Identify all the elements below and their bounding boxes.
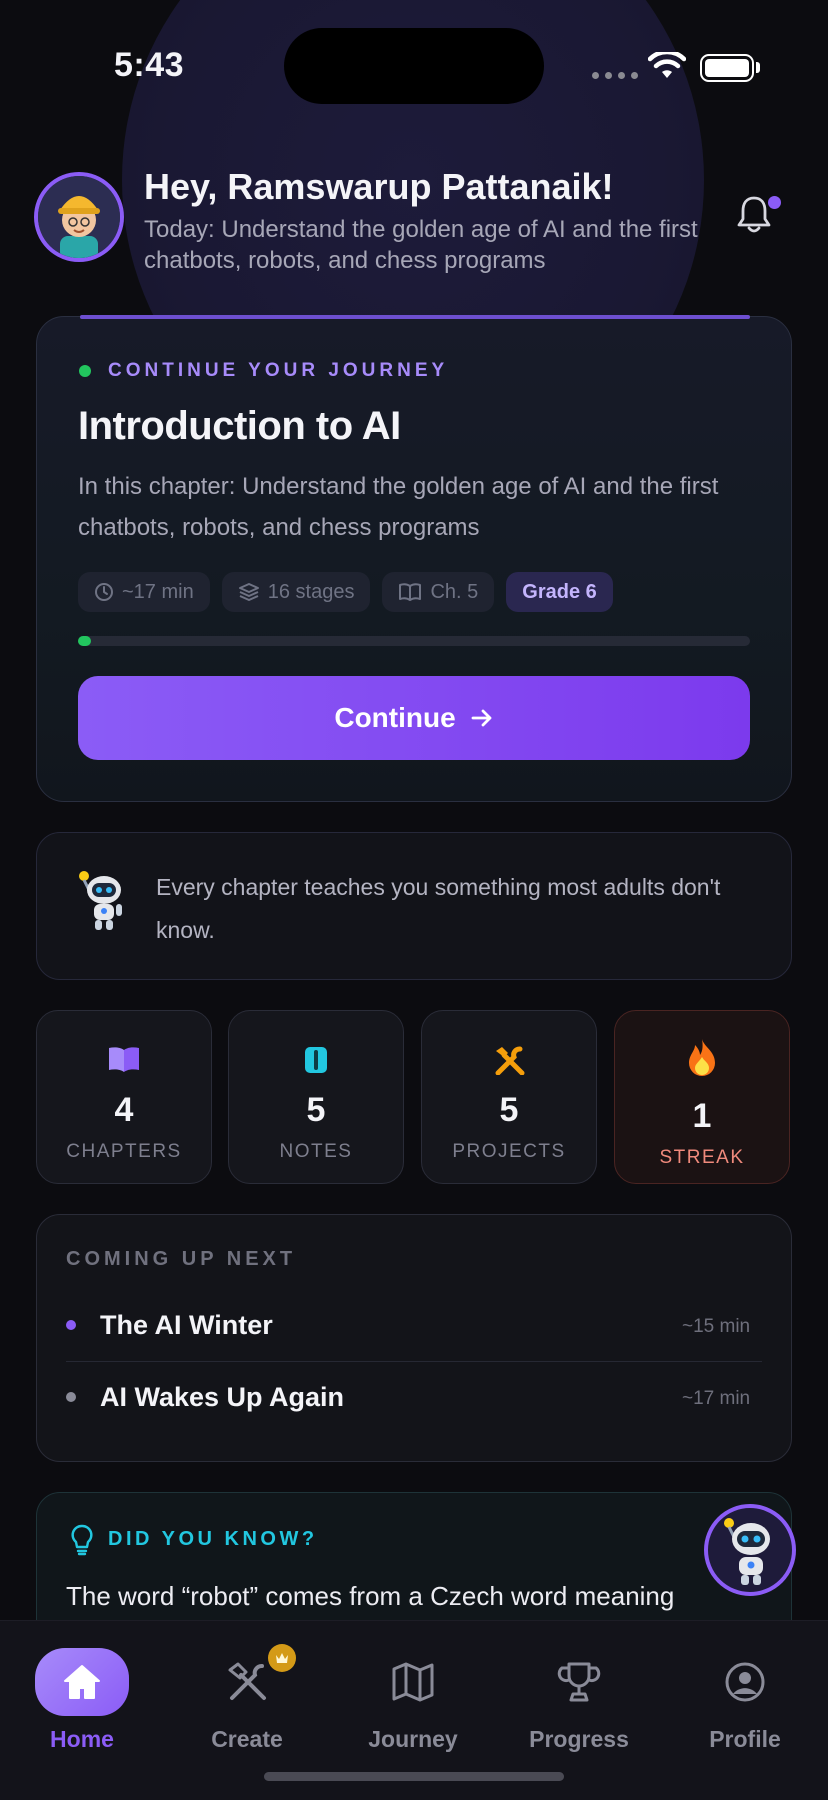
chapter-description: In this chapter: Understand the golden a… bbox=[78, 473, 719, 541]
tab-journey[interactable]: Journey bbox=[333, 1648, 493, 1753]
stages-chip: 16 stages bbox=[221, 572, 371, 612]
tab-profile[interactable]: Profile bbox=[665, 1648, 825, 1753]
stat-value: 5 bbox=[499, 1091, 519, 1129]
stat-notes[interactable]: 5 NOTES bbox=[228, 1010, 404, 1184]
stat-label: PROJECTS bbox=[452, 1141, 566, 1162]
arrow-right-icon bbox=[471, 709, 492, 727]
continue-button[interactable]: Continue bbox=[78, 676, 750, 760]
duration-label: ~17 min bbox=[122, 580, 194, 603]
tab-label: Journey bbox=[368, 1726, 458, 1752]
avatar[interactable] bbox=[34, 172, 124, 262]
tools-icon bbox=[422, 1045, 596, 1075]
user-circle-icon bbox=[724, 1648, 766, 1716]
home-indicator bbox=[264, 1772, 564, 1781]
greeting-subtitle: Today: Understand the golden age of AI a… bbox=[144, 216, 698, 274]
greeting-title: Hey, Ramswarup Pattanaik! bbox=[144, 166, 614, 207]
journey-card-accent bbox=[80, 315, 750, 319]
hammer-wrench-icon bbox=[224, 1644, 296, 1716]
battery-icon bbox=[700, 54, 754, 82]
stat-projects[interactable]: 5 PROJECTS bbox=[421, 1010, 597, 1184]
stat-label: CHAPTERS bbox=[66, 1141, 182, 1162]
stat-streak[interactable]: 1 STREAK bbox=[614, 1010, 790, 1184]
book-icon bbox=[37, 1045, 211, 1073]
home-icon bbox=[35, 1648, 129, 1716]
stat-chapters[interactable]: 4 CHAPTERS bbox=[36, 1010, 212, 1184]
did-you-know-heading: DID YOU KNOW? bbox=[108, 1528, 318, 1550]
grade-label: Grade 6 bbox=[522, 580, 597, 603]
continue-label: Continue bbox=[334, 702, 456, 733]
premium-crown-icon bbox=[268, 1644, 296, 1672]
list-item-dot bbox=[66, 1320, 76, 1330]
notes-icon bbox=[229, 1045, 403, 1075]
coming-up-item-time: ~15 min bbox=[682, 1316, 751, 1337]
did-you-know-text: The word “robot” comes from a Czech word… bbox=[66, 1581, 675, 1611]
lightbulb-icon bbox=[70, 1524, 94, 1561]
grade-chip: Grade 6 bbox=[506, 572, 613, 612]
tab-label: Profile bbox=[709, 1726, 781, 1752]
coming-up-item-time: ~17 min bbox=[682, 1388, 751, 1409]
chapter-meta: ~17 min 16 stages Ch. 5 Grade 6 bbox=[78, 572, 613, 612]
wifi-icon bbox=[647, 49, 687, 85]
coming-up-item-title[interactable]: AI Wakes Up Again bbox=[100, 1382, 344, 1413]
coming-up-item-title[interactable]: The AI Winter bbox=[100, 1310, 273, 1341]
stat-label: NOTES bbox=[279, 1141, 353, 1162]
clock-icon bbox=[95, 583, 113, 601]
bell-icon[interactable] bbox=[736, 194, 772, 239]
fire-icon bbox=[615, 1037, 789, 1077]
tab-home[interactable]: Home bbox=[2, 1648, 162, 1753]
robot-assistant-button[interactable] bbox=[704, 1504, 796, 1596]
battery-cap bbox=[756, 62, 760, 73]
status-time: 5:43 bbox=[114, 46, 185, 84]
tab-progress[interactable]: Progress bbox=[499, 1648, 659, 1753]
map-icon bbox=[391, 1648, 435, 1716]
tab-label: Home bbox=[50, 1726, 114, 1752]
stat-value: 1 bbox=[692, 1097, 712, 1135]
book-open-icon bbox=[399, 583, 422, 601]
stat-label: STREAK bbox=[659, 1147, 745, 1168]
robot-mascot-icon bbox=[74, 866, 130, 937]
duration-chip: ~17 min bbox=[78, 572, 210, 612]
tip-text: Every chapter teaches you something most… bbox=[156, 874, 721, 943]
tab-create[interactable]: Create bbox=[167, 1644, 327, 1753]
dynamic-island bbox=[284, 28, 544, 104]
chapter-chip: Ch. 5 bbox=[382, 572, 495, 612]
notification-dot bbox=[768, 196, 781, 209]
chapter-progress-bar bbox=[78, 636, 750, 646]
journey-status-dot bbox=[79, 365, 91, 377]
coming-up-heading: COMING UP NEXT bbox=[66, 1248, 297, 1270]
chapter-progress-fill bbox=[78, 636, 92, 646]
journey-eyebrow: CONTINUE YOUR JOURNEY bbox=[108, 360, 449, 381]
chapter-label: Ch. 5 bbox=[430, 580, 479, 603]
cellular-signal-icon bbox=[592, 72, 638, 79]
chapter-title: Introduction to AI bbox=[78, 404, 401, 448]
stat-value: 4 bbox=[114, 1091, 134, 1129]
divider bbox=[66, 1361, 762, 1362]
stat-value: 5 bbox=[306, 1091, 326, 1129]
trophy-icon bbox=[557, 1648, 601, 1716]
layers-icon bbox=[238, 583, 259, 601]
tab-label: Progress bbox=[529, 1726, 629, 1752]
list-item-dot bbox=[66, 1392, 76, 1402]
stages-label: 16 stages bbox=[267, 580, 355, 603]
tab-label: Create bbox=[211, 1726, 283, 1752]
